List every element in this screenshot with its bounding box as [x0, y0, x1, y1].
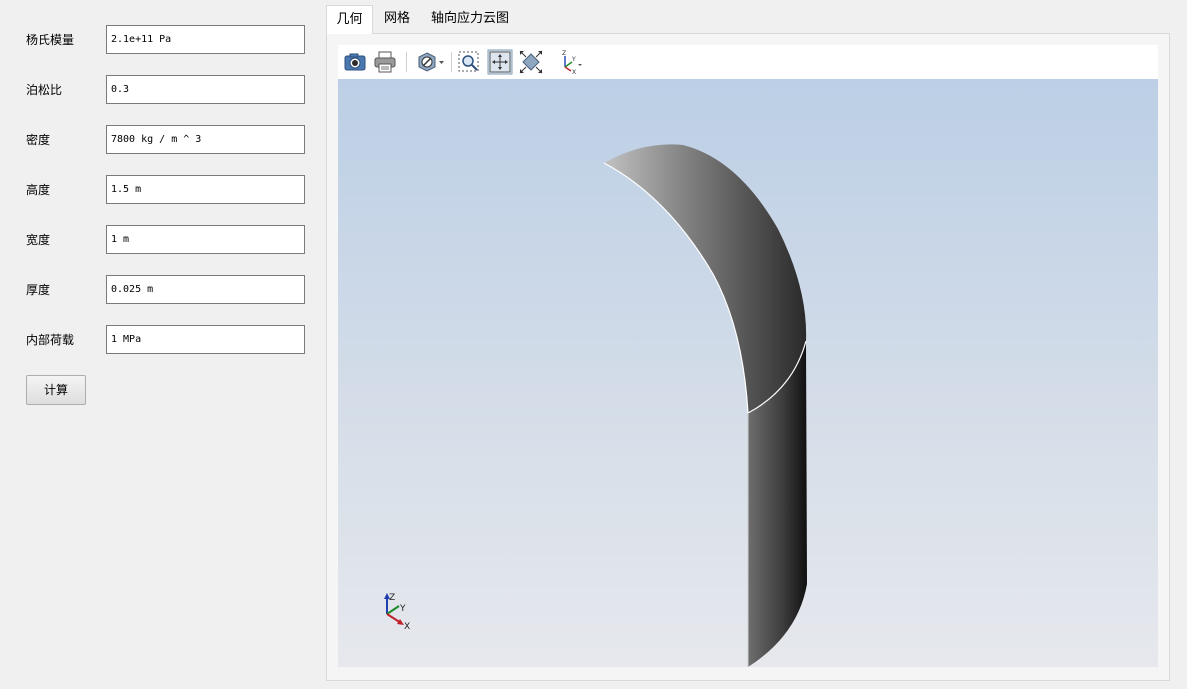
camera-icon[interactable] [342, 49, 368, 75]
label-youngs-modulus: 杨氏模量 [26, 33, 75, 47]
axis-y-label: Y [399, 604, 406, 614]
youngs-modulus-input[interactable]: 2.1e+11 Pa [106, 25, 305, 54]
svg-text:Z: Z [562, 50, 566, 57]
geometry-view: Z Y X [384, 144, 807, 667]
print-icon[interactable] [372, 49, 398, 75]
tab-geometry[interactable]: 几何 [326, 5, 373, 34]
height-input[interactable]: 1.5 m [106, 175, 305, 204]
calculate-button[interactable]: 计算 [26, 375, 86, 405]
svg-text:Y: Y [571, 56, 576, 63]
internal-load-input[interactable]: 1 MPa [106, 325, 305, 354]
thickness-input[interactable]: 0.025 m [106, 275, 305, 304]
label-poisson-ratio: 泊松比 [26, 83, 63, 97]
axes-orient-icon[interactable]: Z Y X [556, 49, 586, 76]
zoom-box-icon[interactable] [456, 49, 482, 75]
tab-axial-stress-contour[interactable]: 轴向应力云图 [424, 5, 516, 33]
density-input[interactable]: 7800 kg / m ^ 3 [106, 125, 305, 154]
hide-icon[interactable] [416, 49, 448, 75]
axes-triad: Z Y X [384, 593, 410, 632]
3d-viewport[interactable]: Z Y X [338, 79, 1158, 667]
width-input[interactable]: 1 m [106, 225, 305, 254]
poisson-ratio-input[interactable]: 0.3 [106, 75, 305, 104]
toolbar-separator [451, 52, 452, 72]
label-thickness: 厚度 [26, 283, 51, 297]
viewer-toolbar: Z Y X [338, 45, 1158, 79]
label-density: 密度 [26, 133, 51, 147]
axis-x-label: X [404, 622, 410, 632]
tab-mesh[interactable]: 网格 [374, 5, 420, 33]
svg-text:X: X [572, 69, 576, 75]
label-internal-load: 内部荷载 [26, 333, 75, 347]
spherical-head [604, 144, 807, 413]
toolbar-separator [406, 52, 407, 72]
axis-z-label: Z [389, 593, 395, 603]
fit-all-icon[interactable] [518, 49, 544, 75]
label-width: 宽度 [26, 233, 51, 247]
label-height: 高度 [26, 183, 51, 197]
fit-view-icon[interactable] [487, 49, 513, 75]
